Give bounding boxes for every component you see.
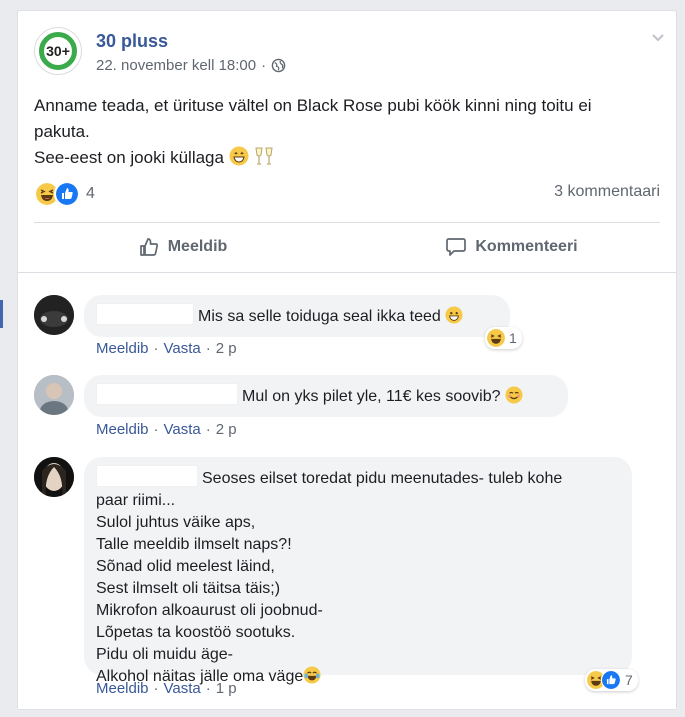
post-text-line: See-eest on jooki küllaga	[34, 145, 664, 174]
comment-bubble: Seoses eilset toredat pidu meenutades- t…	[84, 457, 632, 685]
comment-text-line: paar riimi...	[96, 492, 176, 509]
separator: ·	[205, 340, 211, 357]
page-avatar[interactable]: 30+	[34, 27, 82, 75]
post-card: 30+ 30 pluss 22. november kell 18:00 · A…	[17, 10, 677, 710]
commenter-avatar[interactable]	[34, 457, 74, 497]
like-button-label: Meeldib	[167, 238, 228, 255]
haha-reaction-icon	[487, 329, 505, 347]
comment-button[interactable]: Kommenteeri	[347, 223, 676, 271]
redacted-name	[96, 465, 198, 487]
comment-bubble: Mul on yks pilet yle, 11€ kes soovib?	[84, 375, 568, 417]
redacted-name	[96, 303, 194, 325]
post-header: 30+ 30 pluss 22. november kell 18:00 ·	[34, 27, 664, 83]
separator: ·	[153, 340, 159, 357]
comment-text-line: Pidu oli muidu äge-	[96, 646, 233, 663]
separator: ·	[205, 680, 211, 697]
grinning-face-icon	[445, 306, 463, 331]
post-meta: 22. november kell 18:00 ·	[96, 57, 286, 74]
grinning-face-icon	[229, 146, 249, 174]
like-reaction-icon	[601, 670, 621, 690]
comment-reactions[interactable]: 1	[485, 327, 522, 349]
comment-text-line: Lõpetas ta koostöö sootuks.	[96, 624, 296, 641]
reaction-count[interactable]: 4	[86, 185, 95, 203]
comment-item: Seoses eilset toredat pidu meenutades- t…	[34, 447, 660, 717]
separator: ·	[153, 680, 159, 697]
post-actions: Meeldib Kommenteeri	[18, 223, 676, 271]
tears-of-joy-icon	[303, 666, 321, 691]
comment-time[interactable]: 2 p	[216, 421, 237, 438]
post-reactions[interactable]: 4	[34, 181, 95, 207]
post-timestamp[interactable]: 22. november kell 18:00	[96, 57, 256, 74]
separator: ·	[205, 421, 211, 438]
comment-reply-link[interactable]: Vasta	[164, 421, 201, 438]
comment-reaction-count: 7	[625, 672, 633, 688]
comment-bubble-icon	[446, 238, 467, 256]
comment-like-link[interactable]: Meeldib	[96, 421, 149, 438]
comment-item: Mis sa selle toiduga seal ikka teed 1 Me…	[34, 283, 660, 363]
comment-text-line: Sulol juhtus väike aps,	[96, 514, 256, 531]
commenter-avatar[interactable]	[34, 295, 74, 335]
like-reaction-icon	[54, 181, 80, 207]
comment-text-line: Sest ilmselt oli täitsa täis;)	[96, 580, 281, 597]
page-avatar-logo: 30+	[39, 32, 77, 70]
comment-text: Mul on yks pilet yle, 11€ kes soovib?	[242, 388, 501, 405]
thumbs-up-icon	[139, 238, 158, 256]
comments-section: Mis sa selle toiduga seal ikka teed 1 Me…	[18, 273, 676, 709]
comment-time[interactable]: 1 p	[216, 680, 237, 697]
comment-count-link[interactable]: 3 kommentaari	[554, 183, 660, 201]
smiling-face-icon	[505, 386, 523, 411]
comment-like-link[interactable]: Meeldib	[96, 680, 149, 697]
comment-button-label: Kommenteeri	[475, 238, 578, 255]
separator: ·	[153, 421, 159, 438]
comment-actions: Meeldib · Vasta · 2 p	[96, 421, 237, 438]
focus-indicator	[0, 300, 3, 328]
comment-time[interactable]: 2 p	[216, 340, 237, 357]
comment-actions: Meeldib · Vasta · 2 p	[96, 340, 237, 357]
comment-text: Mis sa selle toiduga seal ikka teed	[198, 308, 441, 325]
comment-text-line: Mikrofon alkoaurust oli joobnud-	[96, 602, 323, 619]
comment-reply-link[interactable]: Vasta	[164, 340, 201, 357]
post-text-line: pakuta.	[34, 122, 90, 141]
post-text-line: Anname teada, et ürituse vältel on Black…	[34, 96, 592, 115]
comment-text-line: Seoses eilset toredat pidu meenutades- t…	[202, 470, 563, 487]
comment-text-line: Talle meeldib ilmselt naps?!	[96, 536, 292, 553]
redacted-name	[96, 383, 238, 405]
like-button[interactable]: Meeldib	[18, 223, 347, 271]
chevron-down-icon[interactable]	[650, 29, 666, 50]
comment-reactions[interactable]: 7	[585, 669, 638, 691]
post-text-line-content: See-eest on jooki küllaga	[34, 148, 224, 167]
comment-text-line: Sõnad olid meelest läind,	[96, 558, 275, 575]
clinking-glasses-icon	[253, 146, 275, 174]
comment-bubble: Mis sa selle toiduga seal ikka teed	[84, 295, 510, 337]
globe-icon[interactable]	[271, 58, 286, 73]
post-body: Anname teada, et ürituse vältel on Black…	[34, 93, 664, 174]
meta-separator: ·	[261, 57, 267, 74]
comment-actions: Meeldib · Vasta · 1 p	[96, 680, 237, 697]
page-name-link[interactable]: 30 pluss	[96, 31, 168, 52]
comment-item: Mul on yks pilet yle, 11€ kes soovib? Me…	[34, 365, 660, 445]
comment-reaction-count: 1	[509, 330, 517, 346]
comment-reply-link[interactable]: Vasta	[164, 680, 201, 697]
comment-like-link[interactable]: Meeldib	[96, 340, 149, 357]
commenter-avatar[interactable]	[34, 375, 74, 415]
